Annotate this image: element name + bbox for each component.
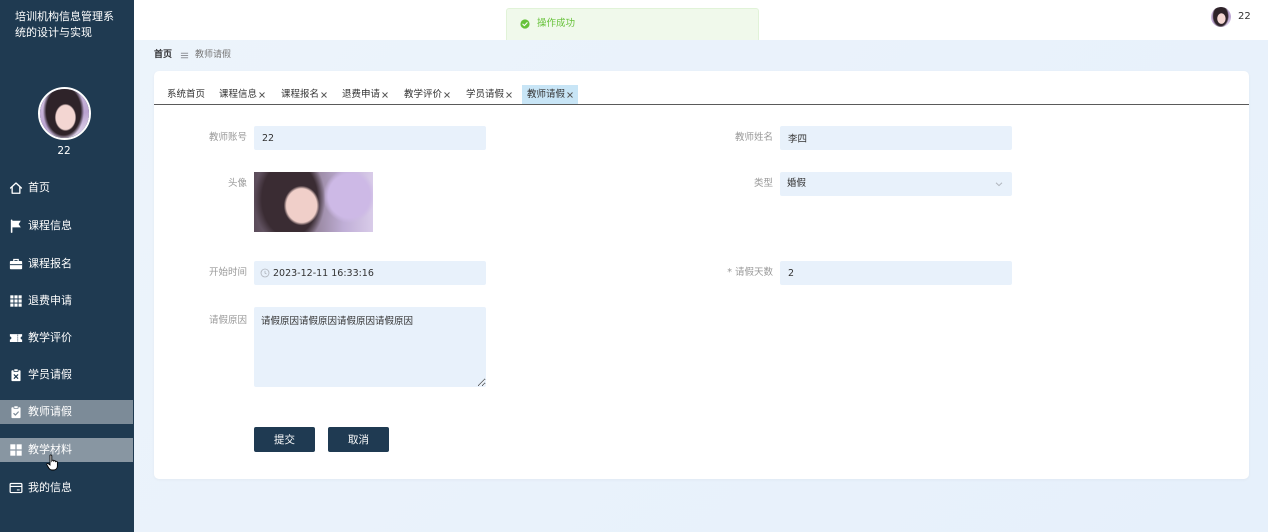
success-check-icon bbox=[520, 19, 530, 29]
close-icon[interactable] bbox=[505, 91, 513, 99]
close-icon[interactable] bbox=[566, 91, 574, 99]
briefcase-icon bbox=[9, 257, 23, 271]
sidebar-item-my-info[interactable]: 我的信息 bbox=[0, 476, 133, 500]
tab-course-info[interactable]: 课程信息 bbox=[219, 85, 266, 104]
sidebar-item-refund[interactable]: 退费申请 bbox=[0, 289, 133, 313]
success-toast: 操作成功 bbox=[506, 8, 759, 40]
header-username[interactable]: 22 bbox=[1238, 10, 1251, 24]
tab-label: 学员请假 bbox=[466, 89, 505, 100]
required-mark: * bbox=[727, 267, 732, 278]
toast-message: 操作成功 bbox=[537, 18, 576, 29]
leave-type-value: 婚假 bbox=[787, 178, 807, 189]
flag-icon bbox=[9, 219, 23, 233]
grid-icon bbox=[9, 294, 23, 308]
leave-days-label-text: 请假天数 bbox=[734, 267, 773, 278]
clock-icon bbox=[260, 268, 270, 278]
teacher-name-label: 教师姓名 bbox=[734, 132, 773, 143]
cancel-button[interactable]: 取消 bbox=[328, 427, 389, 452]
leave-type-label: 类型 bbox=[753, 178, 773, 189]
tab-label: 课程信息 bbox=[219, 89, 258, 100]
avatar-image[interactable] bbox=[254, 172, 373, 232]
sidebar-item-label: 学员请假 bbox=[28, 368, 72, 381]
sidebar-item-label: 课程信息 bbox=[28, 219, 72, 232]
menu-icon bbox=[180, 51, 189, 60]
header-avatar[interactable] bbox=[1211, 7, 1231, 27]
close-icon[interactable] bbox=[443, 91, 451, 99]
close-icon[interactable] bbox=[320, 91, 328, 99]
chevron-down-icon bbox=[994, 179, 1004, 189]
sidebar-item-course-info[interactable]: 课程信息 bbox=[0, 214, 133, 238]
clipboard-check-icon bbox=[9, 405, 23, 419]
breadcrumb: 首页 教师请假 bbox=[154, 48, 231, 62]
tab-label: 系统首页 bbox=[167, 89, 206, 100]
tab-label: 教学评价 bbox=[404, 89, 443, 100]
apps-icon bbox=[9, 443, 23, 457]
sidebar-item-student-leave[interactable]: 学员请假 bbox=[0, 363, 133, 387]
sidebar: 培训机构信息管理系统的设计与实现 22 首页 课程信息 课程报名 退费申请 教学… bbox=[0, 0, 134, 532]
breadcrumb-home[interactable]: 首页 bbox=[154, 48, 172, 62]
close-icon[interactable] bbox=[258, 91, 266, 99]
avatar-label: 头像 bbox=[227, 178, 247, 189]
sidebar-item-teaching-materials[interactable]: 教学材料 bbox=[0, 438, 133, 462]
sidebar-item-label: 教学材料 bbox=[28, 443, 72, 456]
sidebar-item-teacher-leave[interactable]: 教师请假 bbox=[0, 400, 133, 424]
sidebar-item-label: 教学评价 bbox=[28, 331, 72, 344]
reason-textarea[interactable]: 请假原因请假原因请假原因请假原因 bbox=[254, 307, 486, 387]
teacher-name-input[interactable] bbox=[780, 126, 1012, 150]
tab-label: 教师请假 bbox=[527, 89, 566, 100]
leave-type-select[interactable]: 婚假 bbox=[780, 172, 1012, 196]
start-time-label: 开始时间 bbox=[208, 267, 247, 278]
teacher-account-input[interactable] bbox=[254, 126, 486, 150]
top-bar: 操作成功 22 bbox=[134, 0, 1268, 40]
id-card-icon bbox=[9, 481, 23, 495]
app-title: 培训机构信息管理系统的设计与实现 bbox=[15, 10, 114, 39]
avatar-photo bbox=[40, 89, 89, 138]
sidebar-item-label: 教师请假 bbox=[28, 405, 72, 418]
breadcrumb-current: 教师请假 bbox=[195, 50, 232, 60]
sidebar-item-teaching-evaluation[interactable]: 教学评价 bbox=[0, 326, 133, 350]
tab-teacher-leave[interactable]: 教师请假 bbox=[522, 85, 579, 104]
tab-system-home[interactable]: 系统首页 bbox=[167, 85, 205, 104]
tab-label: 退费申请 bbox=[342, 89, 381, 100]
teacher-account-label: 教师账号 bbox=[208, 132, 247, 143]
sidebar-username: 22 bbox=[57, 145, 71, 157]
header-avatar-photo bbox=[1211, 7, 1231, 27]
main-card: 系统首页 课程信息 课程报名 退费申请 教学评价 学员请假 教师请假 教师账号 … bbox=[154, 71, 1249, 479]
tab-course-enrollment[interactable]: 课程报名 bbox=[281, 85, 328, 104]
tab-label: 课程报名 bbox=[281, 89, 320, 100]
tab-student-leave[interactable]: 学员请假 bbox=[466, 85, 513, 104]
tab-bar: 系统首页 课程信息 课程报名 退费申请 教学评价 学员请假 教师请假 bbox=[154, 71, 1249, 105]
user-avatar[interactable] bbox=[38, 87, 91, 140]
sidebar-item-label: 首页 bbox=[28, 181, 50, 194]
ticket-icon bbox=[9, 331, 23, 345]
sidebar-item-course-enrollment[interactable]: 课程报名 bbox=[0, 252, 133, 276]
home-icon bbox=[9, 181, 23, 195]
sidebar-item-home[interactable]: 首页 bbox=[0, 176, 133, 200]
sidebar-item-label: 我的信息 bbox=[28, 481, 72, 494]
sidebar-item-label: 退费申请 bbox=[28, 294, 72, 307]
close-icon[interactable] bbox=[381, 91, 389, 99]
clipboard-x-icon bbox=[9, 368, 23, 382]
start-time-input[interactable] bbox=[254, 261, 486, 285]
tab-teaching-evaluation[interactable]: 教学评价 bbox=[404, 85, 451, 104]
leave-days-label: * 请假天数 bbox=[693, 261, 773, 285]
submit-button[interactable]: 提交 bbox=[254, 427, 315, 452]
sidebar-item-label: 课程报名 bbox=[28, 257, 72, 270]
tab-refund[interactable]: 退费申请 bbox=[342, 85, 389, 104]
leave-days-input[interactable] bbox=[780, 261, 1012, 285]
reason-label: 请假原因 bbox=[208, 315, 247, 326]
